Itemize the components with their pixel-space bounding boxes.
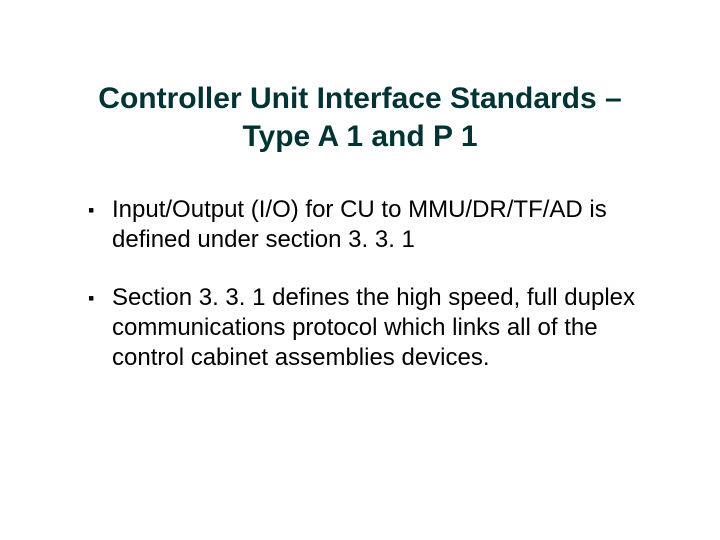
list-item: Section 3. 3. 1 defines the high speed, … <box>88 283 660 373</box>
list-item: Input/Output (I/O) for CU to MMU/DR/TF/A… <box>88 195 660 255</box>
slide-title: Controller Unit Interface Standards – Ty… <box>60 80 660 155</box>
bullet-list: Input/Output (I/O) for CU to MMU/DR/TF/A… <box>60 195 660 373</box>
slide: Controller Unit Interface Standards – Ty… <box>0 0 720 540</box>
